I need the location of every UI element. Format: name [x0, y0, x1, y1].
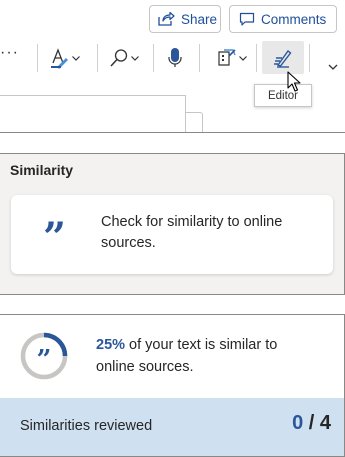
similarity-card-text: Check for similarity to online sources.	[101, 214, 283, 251]
document-page-edge	[186, 112, 203, 132]
similarity-check-card[interactable]: ” Check for similarity to online sources…	[11, 195, 333, 274]
similarity-panel: Similarity ” Check for similarity to onl…	[0, 153, 345, 295]
chevron-down-icon	[239, 56, 247, 61]
font-color-icon	[51, 48, 68, 69]
similarities-count: 0 / 4	[292, 412, 331, 435]
quote-icon: ”	[43, 214, 67, 261]
editor-button[interactable]	[262, 41, 304, 74]
ribbon-divider	[256, 44, 257, 72]
comment-icon	[239, 12, 255, 26]
count-separator: /	[303, 412, 320, 434]
microphone-icon	[168, 48, 182, 67]
ribbon-divider	[153, 44, 154, 72]
total-count: 4	[319, 412, 331, 434]
search-icon	[110, 49, 128, 67]
chevron-down-icon	[72, 56, 80, 61]
editor-tooltip: Editor	[254, 84, 312, 107]
quote-icon: ”	[37, 345, 52, 375]
ribbon-divider	[199, 44, 200, 72]
ribbon-divider	[309, 44, 310, 72]
chevron-down-icon	[131, 56, 139, 61]
ribbon-divider	[37, 44, 38, 72]
similarity-title: Similarity	[10, 162, 74, 178]
progress-ring: ”	[20, 332, 68, 380]
reviewed-count: 0	[292, 412, 304, 434]
sensitivity-button[interactable]	[216, 45, 248, 71]
similarities-reviewed-bar[interactable]: Similarities reviewed 0 / 4	[0, 398, 345, 457]
font-color-button[interactable]	[49, 45, 81, 71]
share-icon	[158, 11, 175, 26]
document-page	[0, 95, 186, 132]
chevron-down-icon[interactable]	[327, 61, 339, 73]
share-button[interactable]: Share	[149, 5, 221, 33]
more-options-button[interactable]: ···	[0, 44, 19, 62]
ribbon-panel: Share Comments ··· Editor	[0, 0, 345, 132]
comments-button[interactable]: Comments	[229, 5, 337, 33]
mouse-pointer-icon	[287, 71, 301, 92]
sensitivity-icon	[218, 49, 236, 66]
editor-pen-icon	[274, 49, 292, 68]
similarity-result-text: 25% of your text is similar to online so…	[96, 334, 316, 378]
similarity-percent: 25%	[96, 337, 126, 353]
find-button[interactable]	[108, 45, 140, 71]
dictate-button[interactable]	[166, 45, 184, 71]
ribbon-divider	[97, 44, 98, 72]
similarities-reviewed-label: Similarities reviewed	[20, 418, 153, 434]
similarity-result-panel: ” 25% of your text is similar to online …	[0, 314, 345, 457]
share-label: Share	[181, 11, 218, 27]
comments-label: Comments	[261, 11, 327, 27]
